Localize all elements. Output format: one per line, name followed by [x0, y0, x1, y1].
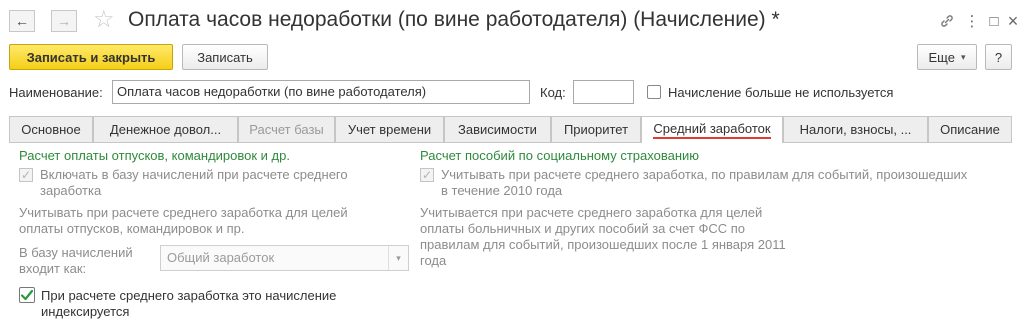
back-button[interactable]: ←: [9, 10, 35, 32]
save-and-close-button[interactable]: Записать и закрыть: [9, 44, 173, 70]
forward-arrow-icon: →: [57, 13, 71, 29]
tab-taxes[interactable]: Налоги, взносы, ...: [783, 116, 928, 142]
tabs-baseline: [9, 142, 1012, 143]
right-note: Учитывается при расчете среднего заработ…: [420, 205, 786, 268]
left-section-title: Расчет оплаты отпусков, командировок и д…: [19, 148, 290, 163]
more-actions-icon[interactable]: ⋮: [961, 10, 983, 32]
code-label: Код:: [540, 85, 566, 100]
favorite-star-icon[interactable]: ☆: [93, 8, 115, 32]
name-field[interactable]: Оплата часов недоработки (по вине работо…: [112, 80, 530, 104]
tab-allowance[interactable]: Денежное довол...: [93, 116, 238, 142]
base-included-label: В базу начислений входит как:: [19, 245, 133, 276]
forward-button[interactable]: →: [51, 10, 77, 32]
close-icon[interactable]: ×: [1002, 10, 1024, 32]
tab-description[interactable]: Описание: [928, 116, 1012, 142]
chevron-down-icon: ▾: [388, 246, 408, 270]
base-type-select: Общий заработок ▾: [160, 245, 409, 271]
name-label: Наименование:: [9, 85, 103, 100]
not-used-checkbox[interactable]: [647, 85, 661, 99]
tab-main[interactable]: Основное: [9, 116, 93, 142]
indexed-checkbox[interactable]: [19, 287, 35, 303]
indexed-label: При расчете среднего заработка это начис…: [41, 288, 337, 319]
window-title: Оплата часов недоработки (по вине работо…: [128, 8, 780, 31]
save-button[interactable]: Записать: [182, 44, 268, 70]
tab-priority[interactable]: Приоритет: [551, 116, 641, 142]
right-section-title: Расчет пособий по социальному страховани…: [420, 148, 700, 163]
tab-average-earnings[interactable]: Средний заработок: [641, 116, 783, 143]
back-arrow-icon: ←: [15, 13, 29, 29]
more-button[interactable]: Еще ▾: [917, 44, 977, 70]
code-field[interactable]: [573, 80, 634, 104]
left-note: Учитывать при расчете среднего заработка…: [19, 205, 348, 236]
include-base-checkbox: ✓: [19, 168, 33, 182]
base-type-value: Общий заработок: [167, 250, 275, 265]
link-icon[interactable]: [936, 10, 958, 32]
tab-dependencies[interactable]: Зависимости: [444, 116, 551, 142]
check-icon: ✓: [20, 168, 32, 182]
include-base-label: Включать в базу начислений при расчете с…: [40, 167, 348, 198]
tab-base-calculation[interactable]: Расчет базы: [238, 116, 335, 142]
chevron-down-icon: ▾: [960, 51, 966, 62]
not-used-label: Начисление больше не используется: [668, 85, 894, 100]
fss-include-checkbox: ✓: [420, 168, 434, 182]
tab-time-accounting[interactable]: Учет времени: [335, 116, 444, 142]
help-button[interactable]: ?: [985, 44, 1012, 70]
check-icon: ✓: [421, 168, 433, 182]
tab-bar: Основное Денежное довол... Расчет базы У…: [9, 116, 1012, 143]
check-icon: [20, 289, 34, 301]
more-label: Еще: [928, 49, 955, 65]
fss-include-label: Учитывать при расчете среднего заработка…: [441, 167, 968, 198]
